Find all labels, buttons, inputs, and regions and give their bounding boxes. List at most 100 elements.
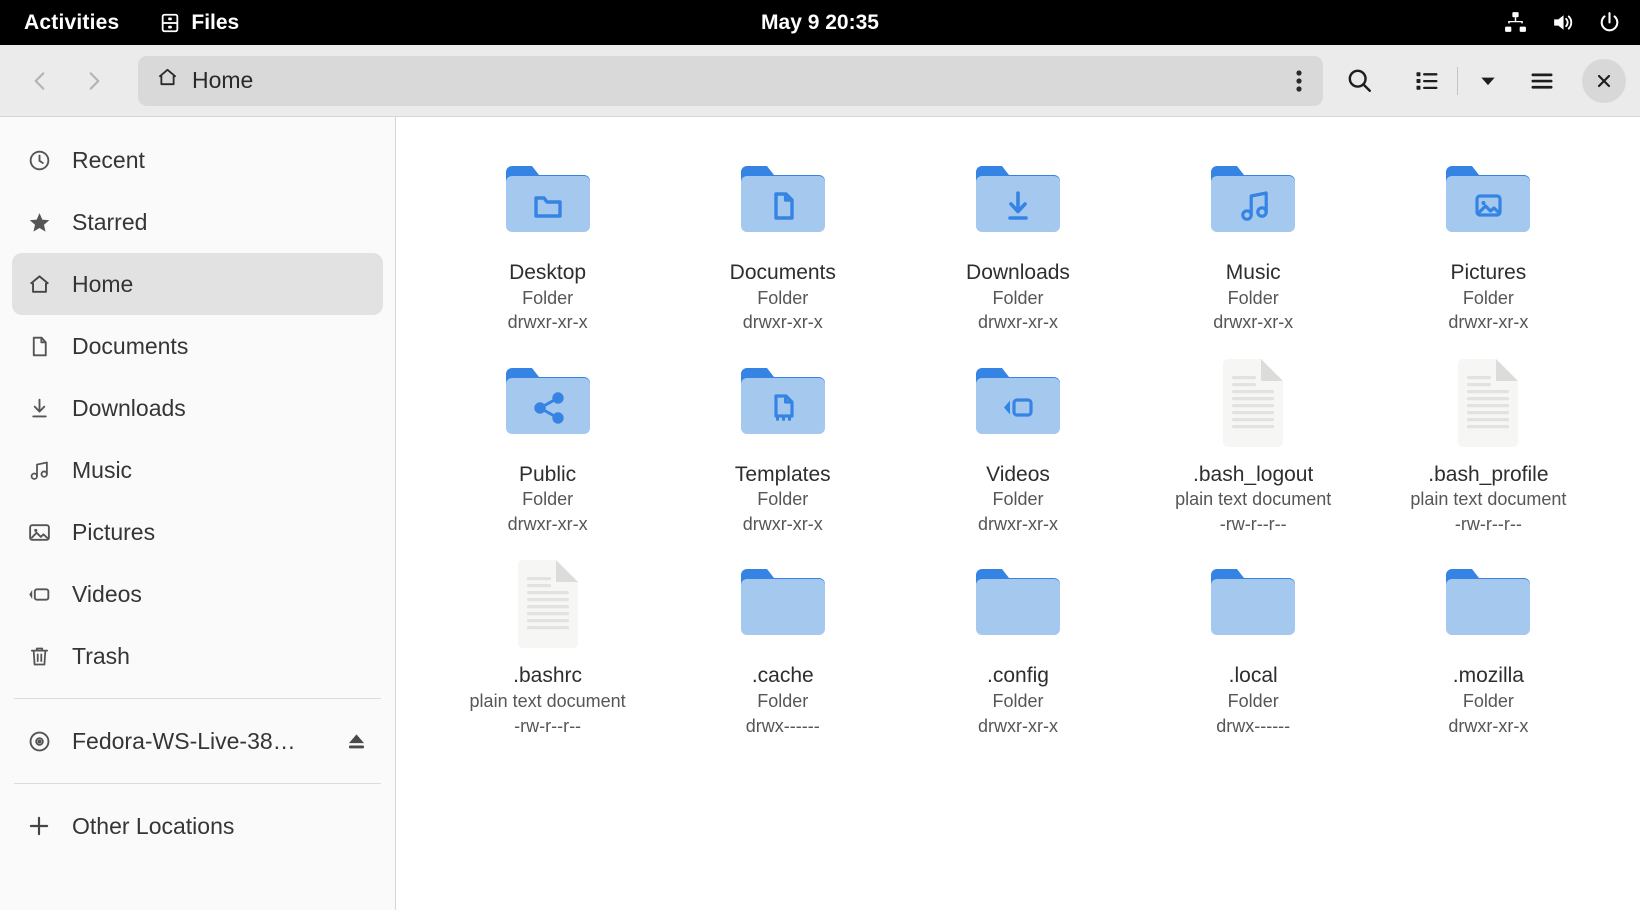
file-item[interactable]: Desktop Folder drwxr-xr-x xyxy=(430,143,665,341)
volume-icon xyxy=(1550,10,1575,35)
file-item[interactable]: Music Folder drwxr-xr-x xyxy=(1136,143,1371,341)
file-item[interactable]: .mozilla Folder drwxr-xr-x xyxy=(1371,546,1606,744)
file-type: Folder xyxy=(522,489,574,510)
icon-grid: Desktop Folder drwxr-xr-x Documents Fold… xyxy=(430,143,1606,744)
power-icon xyxy=(1597,10,1622,35)
file-permissions: drwxr-xr-x xyxy=(507,312,588,333)
file-item[interactable]: .cache Folder drwx------ xyxy=(665,546,900,744)
path-label: Home xyxy=(192,67,254,93)
hamburger-menu-icon xyxy=(1531,73,1553,89)
sidebar-item-starred[interactable]: Starred xyxy=(12,191,383,253)
sidebar-item-label: Music xyxy=(72,456,133,483)
sidebar-item-other-locations[interactable]: Other Locations xyxy=(12,795,383,857)
sidebar-item-recent[interactable]: Recent xyxy=(12,129,383,191)
sidebar-item-home[interactable]: Home xyxy=(12,253,383,315)
path-menu-button[interactable] xyxy=(1281,66,1317,96)
text-file-icon xyxy=(1203,353,1303,453)
file-permissions: drwx------ xyxy=(745,715,820,736)
file-item[interactable]: .config Folder drwxr-xr-x xyxy=(900,546,1135,744)
folder-icon xyxy=(733,554,833,654)
file-permissions: drwxr-xr-x xyxy=(978,715,1058,736)
sidebar-item-device[interactable]: Fedora-WS-Live-38… xyxy=(12,710,383,772)
plus-icon xyxy=(26,813,52,839)
home-icon xyxy=(26,272,52,297)
back-button[interactable] xyxy=(14,58,66,104)
file-name: .local xyxy=(1228,664,1278,688)
app-menu-files[interactable]: Files xyxy=(159,11,239,35)
forward-button[interactable] xyxy=(68,58,120,104)
view-list-button[interactable] xyxy=(1401,57,1453,105)
file-item[interactable]: Downloads Folder drwxr-xr-x xyxy=(900,143,1135,341)
file-name: .mozilla xyxy=(1452,664,1524,688)
file-item[interactable]: .local Folder drwx------ xyxy=(1136,546,1371,744)
file-permissions: drwx------ xyxy=(1216,715,1291,736)
file-type: Folder xyxy=(1462,691,1514,712)
sidebar-item-label: Home xyxy=(72,270,134,297)
file-name: .bash_profile xyxy=(1428,462,1549,486)
clock-icon xyxy=(26,148,52,173)
sidebar-item-label: Documents xyxy=(72,332,189,359)
sidebar-item-music[interactable]: Music xyxy=(12,439,383,501)
folder-documents-icon xyxy=(733,151,833,251)
folder-music-icon xyxy=(1203,151,1303,251)
activities-button[interactable]: Activities xyxy=(18,9,125,37)
video-icon xyxy=(26,582,52,607)
window-body: Recent Starred Home Documents Downloads … xyxy=(0,117,1640,910)
file-name: Pictures xyxy=(1450,261,1527,284)
file-type: Folder xyxy=(992,287,1044,308)
sidebar-item-documents[interactable]: Documents xyxy=(12,315,383,377)
gnome-top-bar: Activities Files May 9 20:35 xyxy=(0,0,1640,45)
main-menu-button[interactable] xyxy=(1516,57,1568,105)
file-item[interactable]: Pictures Folder drwxr-xr-x xyxy=(1371,143,1606,341)
top-bar-left: Activities Files xyxy=(18,9,239,37)
folder-icon xyxy=(1438,554,1538,654)
clock-label[interactable]: May 9 20:35 xyxy=(761,11,879,35)
file-item[interactable]: Videos Folder drwxr-xr-x xyxy=(900,345,1135,543)
file-item[interactable]: .bashrc plain text document -rw-r--r-- xyxy=(430,546,665,744)
file-permissions: drwxr-xr-x xyxy=(742,513,823,534)
sidebar-item-label: Trash xyxy=(72,642,130,669)
file-type: Folder xyxy=(757,489,809,510)
file-item[interactable]: Public Folder drwxr-xr-x xyxy=(430,345,665,543)
text-file-icon xyxy=(498,554,598,654)
file-permissions: -rw-r--r-- xyxy=(1219,513,1287,534)
file-item[interactable]: .bash_profile plain text document -rw-r-… xyxy=(1371,345,1606,543)
file-permissions: drwxr-xr-x xyxy=(978,513,1058,534)
sidebar-item-pictures[interactable]: Pictures xyxy=(12,501,383,563)
close-window-button[interactable] xyxy=(1582,58,1626,103)
chevron-left-icon xyxy=(34,71,45,90)
system-status-area[interactable] xyxy=(1503,10,1622,35)
file-item[interactable]: Templates Folder drwxr-xr-x xyxy=(665,345,900,543)
view-options-button[interactable] xyxy=(1462,57,1514,105)
file-item[interactable]: Documents Folder drwxr-xr-x xyxy=(665,143,900,341)
window-header-bar: Home xyxy=(0,45,1640,117)
search-icon xyxy=(1348,69,1371,92)
file-name: .cache xyxy=(751,664,814,688)
path-bar[interactable]: Home xyxy=(138,55,1323,106)
files-cabinet-icon xyxy=(159,12,181,34)
file-type: Folder xyxy=(1227,691,1279,712)
file-type: plain text document xyxy=(1410,489,1567,510)
folder-desktop-icon xyxy=(498,151,598,251)
sidebar-divider-2 xyxy=(14,783,381,784)
file-item[interactable]: .bash_logout plain text document -rw-r--… xyxy=(1136,345,1371,543)
sidebar-item-label: Other Locations xyxy=(72,812,235,839)
eject-icon[interactable] xyxy=(344,729,369,754)
file-type: plain text document xyxy=(1175,489,1332,510)
file-permissions: drwxr-xr-x xyxy=(742,312,823,333)
search-button[interactable] xyxy=(1333,57,1385,105)
sidebar-item-label: Videos xyxy=(72,580,142,607)
sidebar-item-trash[interactable]: Trash xyxy=(12,625,383,687)
document-icon xyxy=(26,334,52,359)
sidebar-item-downloads[interactable]: Downloads xyxy=(12,377,383,439)
disc-icon xyxy=(26,729,52,754)
home-icon xyxy=(156,66,179,95)
chevron-down-icon xyxy=(1481,77,1495,85)
file-view: Desktop Folder drwxr-xr-x Documents Fold… xyxy=(396,117,1640,910)
path-button-home[interactable]: Home xyxy=(156,66,253,95)
sidebar-item-videos[interactable]: Videos xyxy=(12,563,383,625)
sidebar-divider-1 xyxy=(14,698,381,699)
file-name: Public xyxy=(518,462,577,486)
file-name: Music xyxy=(1225,261,1281,284)
music-icon xyxy=(26,458,52,483)
